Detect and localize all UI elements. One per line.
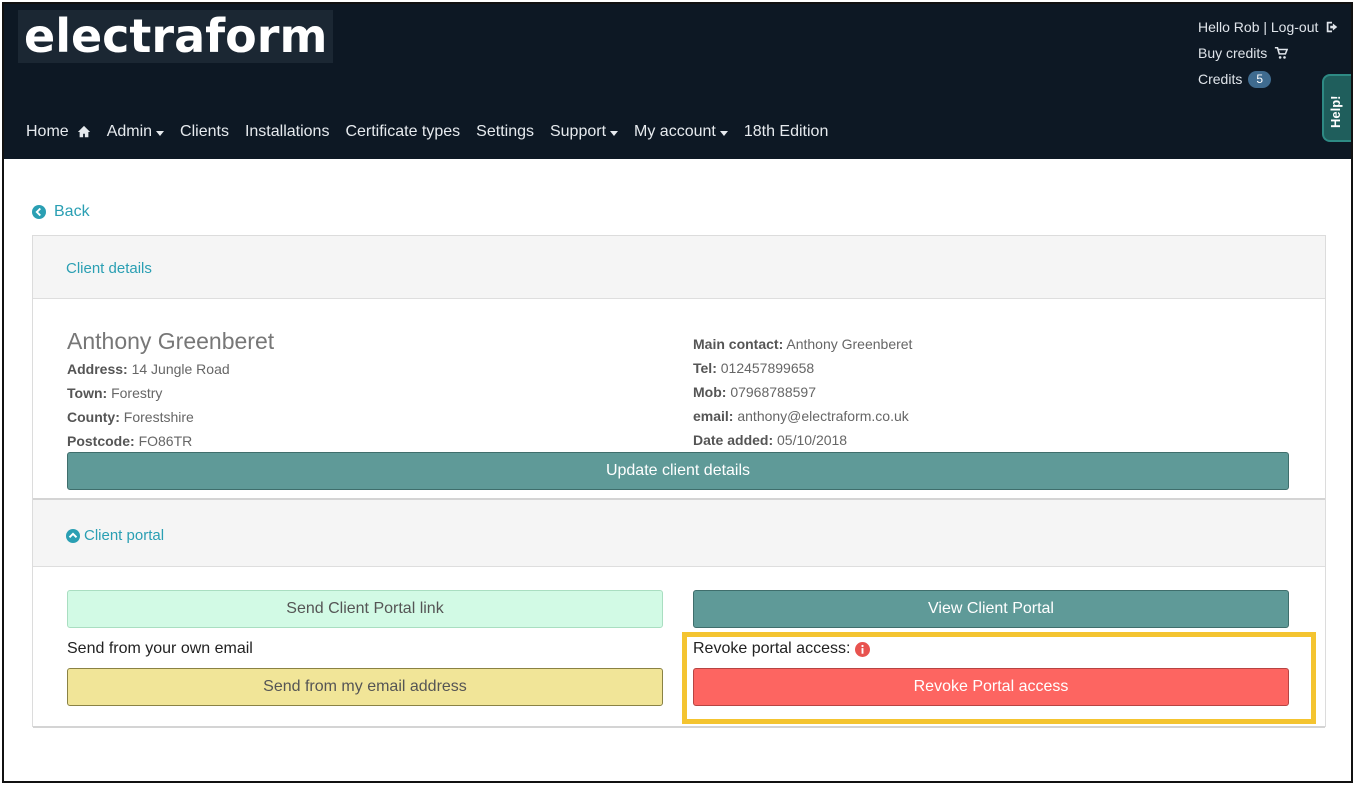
electraform-logo[interactable]: electraform bbox=[18, 10, 334, 63]
postcode-row: Postcode: FO86TR bbox=[67, 433, 192, 449]
cart-icon[interactable] bbox=[1274, 46, 1289, 60]
nav-settings[interactable]: Settings bbox=[476, 123, 534, 141]
county-row: County: Forestshire bbox=[67, 409, 194, 425]
buy-credits-link[interactable]: Buy credits bbox=[1198, 43, 1267, 63]
nav-admin-label: Admin bbox=[106, 123, 153, 140]
address-row: Address: 14 Jungle Road bbox=[67, 361, 230, 377]
credits-row: Credits 5 bbox=[1198, 66, 1339, 92]
user-greeting-logout-link[interactable]: Hello Rob | Log-out bbox=[1198, 17, 1318, 37]
date-added-label: Date added: bbox=[693, 432, 774, 448]
nav-installations[interactable]: Installations bbox=[245, 123, 330, 141]
nav-clients[interactable]: Clients bbox=[180, 123, 229, 141]
arrow-up-circle-icon bbox=[66, 528, 80, 543]
client-details-title[interactable]: Client details bbox=[66, 260, 152, 277]
own-email-label: Send from your own email bbox=[67, 640, 253, 657]
nav-my-account[interactable]: My account bbox=[634, 123, 728, 141]
nav-home[interactable]: Home bbox=[26, 123, 91, 141]
client-details-header[interactable]: Client details bbox=[33, 236, 1325, 299]
update-client-details-button[interactable]: Update client details bbox=[67, 452, 1289, 490]
tel-row: Tel: 012457899658 bbox=[693, 360, 814, 376]
nav-settings-label: Settings bbox=[476, 123, 534, 140]
nav-my-account-label: My account bbox=[634, 123, 716, 140]
email-value: anthony@electraform.co.uk bbox=[737, 408, 909, 424]
address-label: Address: bbox=[67, 361, 128, 377]
send-from-my-email-button[interactable]: Send from my email address bbox=[67, 668, 663, 706]
top-header: electraform Hello Rob | Log-out Buy cred… bbox=[4, 4, 1351, 159]
credits-count-badge: 5 bbox=[1248, 70, 1272, 88]
main-nav: Home Admin Clients Installations Certifi… bbox=[26, 123, 844, 141]
caret-down-icon bbox=[156, 130, 165, 136]
main-contact-value: Anthony Greenberet bbox=[786, 336, 913, 352]
credits-label: Credits bbox=[1198, 71, 1243, 87]
town-value: Forestry bbox=[111, 385, 163, 401]
town-label: Town: bbox=[67, 385, 108, 401]
main-contact-label: Main contact: bbox=[693, 336, 784, 352]
client-portal-title[interactable]: Client portal bbox=[66, 527, 164, 544]
email-row: email: anthony@electraform.co.uk bbox=[693, 408, 909, 424]
nav-18th-edition[interactable]: 18th Edition bbox=[744, 123, 829, 141]
nav-certificate-types-label: Certificate types bbox=[345, 123, 461, 140]
address-value: 14 Jungle Road bbox=[131, 361, 230, 377]
caret-down-icon bbox=[719, 130, 728, 136]
back-link-label: Back bbox=[54, 203, 90, 220]
tel-label: Tel: bbox=[693, 360, 717, 376]
highlight-box bbox=[682, 632, 1316, 724]
nav-home-label: Home bbox=[26, 123, 69, 140]
arrow-left-circle-icon bbox=[32, 205, 46, 219]
nav-18th-edition-label: 18th Edition bbox=[743, 123, 829, 140]
user-greeting-row[interactable]: Hello Rob | Log-out bbox=[1198, 14, 1339, 40]
app-frame: electraform Hello Rob | Log-out Buy cred… bbox=[2, 2, 1353, 783]
mob-value: 07968788597 bbox=[730, 384, 816, 400]
nav-installations-label: Installations bbox=[244, 123, 330, 140]
date-added-value: 05/10/2018 bbox=[777, 432, 848, 448]
help-tab-label: Help! bbox=[1328, 95, 1343, 129]
postcode-value: FO86TR bbox=[138, 433, 193, 449]
back-link[interactable]: Back bbox=[32, 203, 90, 221]
mob-row: Mob: 07968788597 bbox=[693, 384, 816, 400]
nav-support-label: Support bbox=[549, 123, 607, 140]
logout-icon[interactable] bbox=[1325, 20, 1339, 34]
client-portal-header[interactable]: Client portal bbox=[33, 500, 1325, 567]
postcode-label: Postcode: bbox=[67, 433, 135, 449]
nav-admin[interactable]: Admin bbox=[106, 123, 165, 141]
email-label: email: bbox=[693, 408, 734, 424]
nav-support[interactable]: Support bbox=[549, 123, 619, 141]
send-client-portal-link-button[interactable]: Send Client Portal link bbox=[67, 590, 663, 628]
view-client-portal-button[interactable]: View Client Portal bbox=[693, 590, 1289, 628]
county-value: Forestshire bbox=[123, 409, 194, 425]
client-name: Anthony Greenberet bbox=[67, 328, 275, 354]
client-portal-title-label: Client portal bbox=[84, 527, 165, 544]
town-row: Town: Forestry bbox=[67, 385, 162, 401]
user-menu: Hello Rob | Log-out Buy credits Credits … bbox=[1198, 14, 1339, 92]
mob-label: Mob: bbox=[693, 384, 727, 400]
buy-credits-row[interactable]: Buy credits bbox=[1198, 40, 1339, 66]
date-added-row: Date added: 05/10/2018 bbox=[693, 432, 847, 448]
home-icon bbox=[77, 125, 90, 138]
county-label: County: bbox=[67, 409, 120, 425]
help-tab[interactable]: Help! bbox=[1322, 74, 1351, 142]
tel-value: 012457899658 bbox=[720, 360, 815, 376]
nav-clients-label: Clients bbox=[180, 123, 229, 140]
main-contact-row: Main contact: Anthony Greenberet bbox=[693, 336, 912, 352]
card-bottom-divider bbox=[33, 726, 1325, 728]
caret-down-icon bbox=[610, 130, 619, 136]
nav-certificate-types[interactable]: Certificate types bbox=[345, 123, 460, 141]
